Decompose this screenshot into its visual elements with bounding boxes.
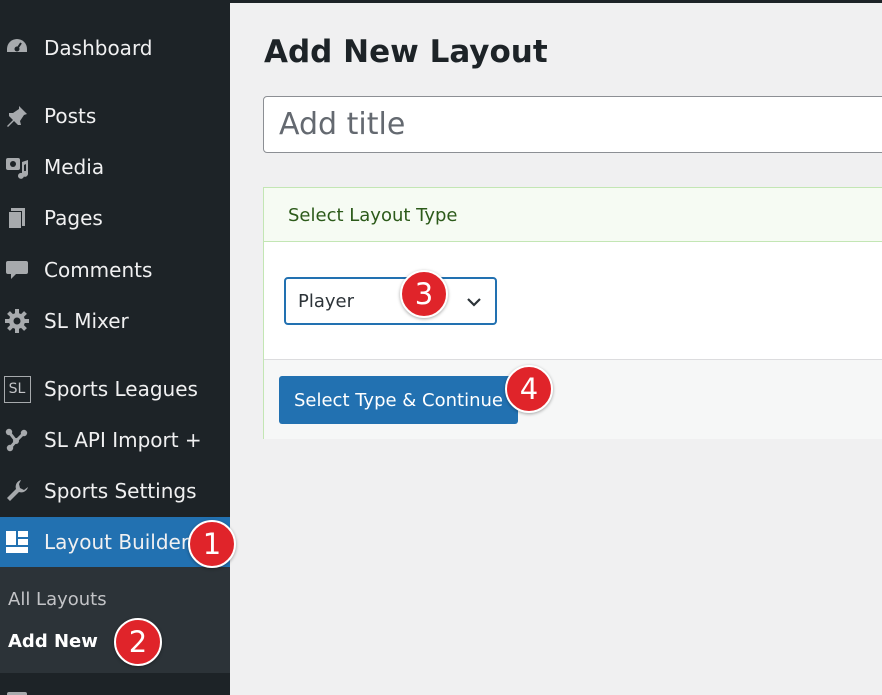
menu-label: Sports Settings [44, 479, 197, 503]
menu-media[interactable]: Media [0, 146, 230, 188]
menu-sl-mixer[interactable]: SL Mixer [0, 300, 230, 342]
step-badge-3: 3 [400, 270, 448, 318]
menu-label: Posts [44, 104, 97, 128]
step-badge-1: 1 [188, 520, 236, 568]
menu-label: Dashboard [44, 36, 153, 60]
step-badge-2: 2 [114, 618, 162, 666]
title-input[interactable] [263, 96, 882, 153]
menu-label: SL API Import + [44, 428, 202, 452]
menu-comments[interactable]: Comments [0, 249, 230, 291]
layout-builder-submenu: All Layouts Add New [0, 567, 230, 673]
box-header: Select Layout Type [264, 188, 882, 242]
network-icon [2, 425, 32, 455]
menu-label: SL Mixer [44, 309, 129, 333]
select-layout-type-box: Select Layout Type Player Select Type & … [263, 187, 882, 439]
admin-bar-edge [230, 0, 882, 3]
gear-icon [2, 306, 32, 336]
layout-type-select[interactable]: Player [284, 277, 497, 325]
chevron-down-icon [467, 298, 481, 307]
box-footer: Select Type & Continue [264, 359, 882, 439]
media-icon [2, 152, 32, 182]
layout-grid-icon [2, 527, 32, 557]
menu-dashboard[interactable]: Dashboard [0, 27, 230, 69]
dashboard-icon [2, 33, 32, 63]
wrench-icon [2, 476, 32, 506]
select-value: Player [298, 291, 355, 312]
menu-sports-settings[interactable]: Sports Settings [0, 470, 230, 512]
menu-label: Pages [44, 206, 103, 230]
pushpin-icon [2, 101, 32, 131]
page-title: Add New Layout [264, 34, 548, 70]
menu-label: Media [44, 155, 105, 179]
box-title: Select Layout Type [288, 205, 458, 226]
step-badge-4: 4 [505, 365, 553, 413]
pages-icon [2, 203, 32, 233]
menu-next-item-partial[interactable] [0, 676, 230, 695]
menu-sports-leagues[interactable]: SL Sports Leagues [0, 368, 230, 410]
comment-icon [2, 255, 32, 285]
menu-sl-api-import[interactable]: SL API Import + [0, 419, 230, 461]
menu-label: Sports Leagues [44, 377, 198, 401]
menu-posts[interactable]: Posts [0, 95, 230, 137]
select-type-continue-button[interactable]: Select Type & Continue [279, 376, 518, 424]
menu-label: Comments [44, 258, 153, 282]
submenu-all-layouts[interactable]: All Layouts [8, 589, 107, 610]
submenu-add-new[interactable]: Add New [8, 631, 98, 652]
menu-icon-partial [2, 682, 32, 695]
menu-label: Layout Builder [44, 530, 190, 554]
admin-sidebar: Dashboard Posts Media Pages Comments SL … [0, 0, 230, 695]
sl-logo-icon: SL [2, 374, 32, 404]
menu-pages[interactable]: Pages [0, 197, 230, 239]
